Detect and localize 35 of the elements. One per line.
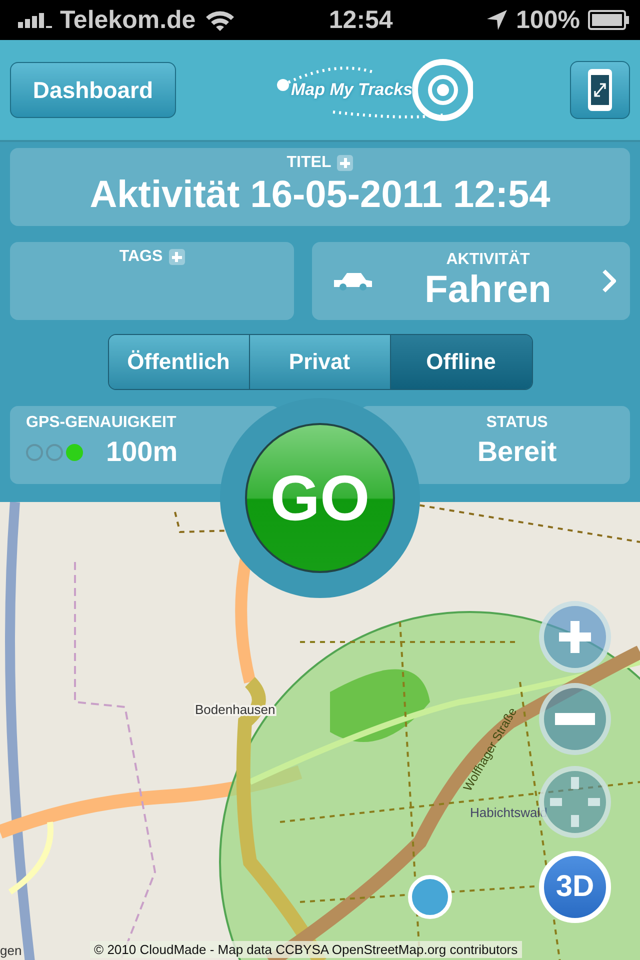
activity-title: Aktivität 16-05-2011 12:54 [90,174,550,217]
title-card[interactable]: TITEL Aktivität 16-05-2011 12:54 [10,148,630,226]
battery-icon [588,10,630,30]
privacy-segment[interactable]: Öffentlich [108,335,250,389]
tags-label: TAGS [119,248,163,266]
chevron-right-icon [602,269,616,293]
battery-percent: 100% [516,6,580,34]
go-button[interactable]: GO [245,423,395,573]
car-icon [332,271,374,291]
signal-icon [18,12,52,28]
crosshair-icon [550,777,600,827]
activity-card[interactable]: AKTIVITÄT Fahren [312,242,630,320]
privacy-segment[interactable]: Privat [250,335,390,389]
location-arrow-icon [486,9,508,31]
phone-rotate-icon [587,68,613,112]
title-label: TITEL [286,154,332,172]
app-logo: Map My Tracks [273,50,473,130]
minus-icon [555,713,595,725]
gps-accuracy-label: GPS-GENAUIGKEIT [26,414,176,432]
status-label: STATUS [486,414,548,432]
carrier-name: Telekom.de [60,6,196,34]
clock-time: 12:54 [328,6,393,34]
gps-accuracy-value: 100m [106,436,178,468]
plus-icon [337,155,354,171]
place-label: Habichtswald [470,805,548,820]
dashboard-button[interactable]: Dashboard [10,62,176,118]
tags-card[interactable]: TAGS [10,242,294,320]
rotate-screen-button[interactable] [570,61,630,119]
activity-type: Fahren [424,268,552,312]
activity-label: AKTIVITÄT [446,250,530,268]
plus-icon [168,249,185,265]
privacy-segment[interactable]: Offline [390,335,532,389]
status-value: Bereit [477,436,557,468]
map-attribution: © 2010 CloudMade - Map data CCBYSA OpenStreetMap.org contributors [90,941,522,958]
place-label: gen [0,943,22,958]
